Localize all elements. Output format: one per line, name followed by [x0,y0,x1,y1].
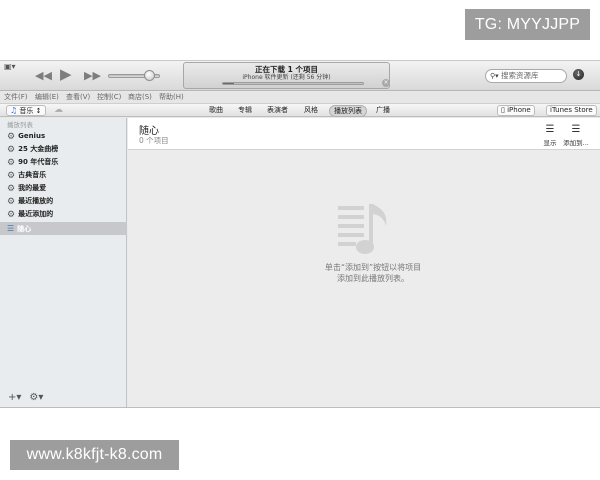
window-menu-icon[interactable]: ▣▾ [4,62,16,71]
sidebar-item-label: 最近播放的 [18,197,54,205]
chevron-updown-icon: ↕ [35,107,42,115]
menu-help[interactable]: 帮助(H) [159,92,184,103]
sidebar-item-90s[interactable]: ⚙ 90 年代音乐 [0,156,127,169]
download-status-title: 正在下载 1 个项目 [255,65,318,74]
play-icon[interactable]: ▶ [60,67,72,82]
downloads-icon[interactable]: ↓ [573,69,584,80]
download-progress-bar [222,82,364,85]
cloud-icon[interactable]: ☁ [54,105,63,116]
sidebar-item-label: 我的最爱 [18,184,47,192]
itunes-store-button[interactable]: iTunes Store [546,105,597,116]
tab-songs[interactable]: 歌曲 [209,104,223,117]
menu-file[interactable]: 文件(F) [4,92,28,103]
sidebar-item-recently-played[interactable]: ⚙ 最近播放的 [0,195,127,208]
sidebar-item-label: 古典音乐 [18,171,47,179]
iphone-button-label: iPhone [507,106,531,114]
sidebar-item-genius[interactable]: ⚙ Genius [0,130,127,143]
menu-bar: 文件(F) 编辑(E) 查看(V) 控制(C) 商店(S) 帮助(H) [0,92,600,103]
search-icon: ⚲▾ [490,72,499,80]
library-selector-label: 音乐 [19,107,34,115]
cancel-download-icon[interactable]: × [382,79,390,87]
iphone-icon: ▯ [501,106,505,114]
sidebar-item-label: Genius [18,132,46,140]
screenshot-stage: TG: MYYJJPP ▣▾ ◀◀ ▶ ▶▶ 正在下载 1 个项目 iPhone… [0,0,600,480]
menu-store[interactable]: 商店(S) [128,92,152,103]
playlist-content: 随心 0 个项目 ☰ 显示 ☰ 添加到... 单击“添加到”按钮以将项目 添加到… [128,118,600,407]
playlist-header: 随心 0 个项目 ☰ 显示 ☰ 添加到... [128,118,600,150]
sidebar-item-classical[interactable]: ⚙ 古典音乐 [0,169,127,182]
smart-playlist-icon: ⚙ [7,158,16,168]
sidebar-header: 播放列表 [7,121,33,129]
volume-knob[interactable] [144,70,155,81]
smart-playlist-icon: ⚙ [7,197,16,207]
sidebar-item-label: 90 年代音乐 [18,158,59,166]
status-display: 正在下载 1 个项目 iPhone 软件更新 (还剩 56 分钟) × [183,62,390,89]
search-field[interactable]: ⚲▾ 搜索资源库 [485,69,567,83]
smart-playlist-icon: ⚙ [7,210,16,220]
empty-playlist-icon [338,204,387,254]
show-button-label: 显示 [543,139,557,147]
watermark-top: TG: MYYJJPP [465,9,590,40]
download-status-detail: iPhone 软件更新 (还剩 56 分钟) [242,74,331,81]
add-to-button[interactable]: ☰ 添加到... [562,124,590,147]
library-nav-bar: ♫ 音乐 ↕ ☁ 歌曲 专辑 表演者 风格 播放列表 广播 ▯ iPhone i… [0,103,600,117]
menu-edit[interactable]: 编辑(E) [35,92,59,103]
download-progress-fill [223,83,235,84]
sidebar-item-recently-added[interactable]: ⚙ 最近添加的 [0,208,127,221]
sidebar-footer: +▾ ⚙▾ [8,392,43,403]
sidebar-item-favorites[interactable]: ⚙ 我的最爱 [0,182,127,195]
menu-view[interactable]: 查看(V) [66,92,90,103]
search-placeholder: 搜索资源库 [501,71,539,80]
playlist-sidebar: 播放列表 ⚙ Genius ⚙ 25 大金曲榜 ⚙ 90 年代音乐 ⚙ 古典音乐 ⚙ 我的… [0,118,127,407]
add-to-icon: ☰ [571,124,581,135]
show-button[interactable]: ☰ 显示 [536,124,564,147]
add-to-button-label: 添加到... [563,139,589,147]
genius-icon: ⚙ [7,132,16,142]
iphone-button[interactable]: ▯ iPhone [497,105,535,116]
sidebar-item-label: 随心 [17,225,32,233]
gear-icon[interactable]: ⚙▾ [29,392,43,403]
smart-playlist-icon: ⚙ [7,184,16,194]
watermark-bottom: www.k8kfjt-k8.com [10,440,179,470]
next-track-icon[interactable]: ▶▶ [84,70,101,81]
player-toolbar: ▣▾ ◀◀ ▶ ▶▶ 正在下载 1 个项目 iPhone 软件更新 (还剩 56… [0,61,600,91]
tab-genres[interactable]: 风格 [304,104,318,117]
library-selector[interactable]: ♫ 音乐 ↕ [6,105,46,116]
tab-radio[interactable]: 广播 [376,104,390,117]
smart-playlist-icon: ⚙ [7,171,16,181]
empty-message-line2: 添加到此播放列表。 [337,274,409,283]
tab-albums[interactable]: 专辑 [238,104,252,117]
sidebar-item-label: 25 大金曲榜 [18,145,59,153]
list-view-icon: ☰ [545,124,555,135]
empty-playlist-message: 单击“添加到”按钮以将项目 添加到此播放列表。 [278,262,468,284]
sidebar-item-label: 最近添加的 [18,210,54,218]
item-count: 0 个项目 [139,136,169,145]
previous-track-icon[interactable]: ◀◀ [35,70,52,81]
menu-controls[interactable]: 控制(C) [97,92,121,103]
add-playlist-icon[interactable]: +▾ [8,392,21,403]
music-note-icon: ♫ [10,106,18,115]
itunes-window: ▣▾ ◀◀ ▶ ▶▶ 正在下载 1 个项目 iPhone 软件更新 (还剩 56… [0,60,600,408]
tab-artists[interactable]: 表演者 [267,104,288,117]
smart-playlist-icon: ⚙ [7,145,16,155]
sidebar-item-shuffle[interactable]: ☰ 随心 [0,222,127,235]
playlist-icon: ☰ [7,224,15,233]
empty-message-line1: 单击“添加到”按钮以将项目 [324,263,422,272]
tab-playlists[interactable]: 播放列表 [329,105,367,117]
sidebar-item-top25[interactable]: ⚙ 25 大金曲榜 [0,143,127,156]
